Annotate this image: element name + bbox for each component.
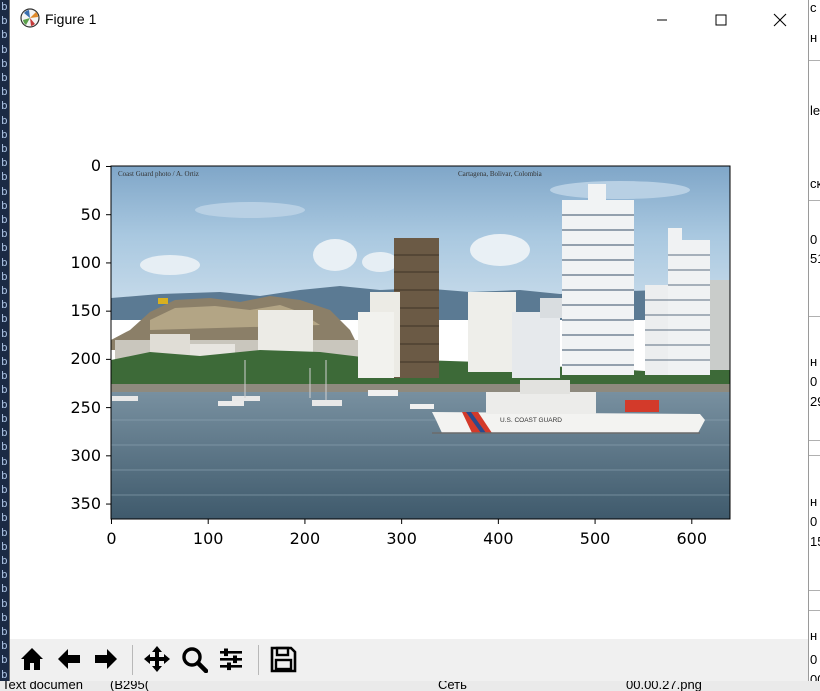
background-divider xyxy=(808,590,820,591)
arrow-left-icon xyxy=(58,649,80,669)
home-button[interactable] xyxy=(15,642,49,676)
zoom-button[interactable] xyxy=(177,642,211,676)
forward-button[interactable] xyxy=(89,642,123,676)
pan-button[interactable] xyxy=(140,642,174,676)
background-text: 51 xyxy=(810,251,820,266)
background-divider xyxy=(808,200,820,201)
minimize-icon xyxy=(657,19,667,20)
floppy-disk-icon xyxy=(270,646,297,673)
toolbar-separator xyxy=(258,645,259,675)
sliders-icon xyxy=(220,648,242,671)
background-text: le xyxy=(810,103,820,118)
background-text: н xyxy=(810,628,818,643)
bottom-text-4: 00.00.27.png xyxy=(626,681,702,691)
title-bar[interactable]: Figure 1 xyxy=(10,0,808,39)
configure-subplots-button[interactable] xyxy=(214,642,248,676)
zoom-icon xyxy=(182,647,208,673)
arrow-right-icon xyxy=(95,649,117,669)
close-icon xyxy=(773,13,787,26)
move-icon xyxy=(144,646,170,672)
background-text: н xyxy=(810,494,818,509)
background-divider xyxy=(808,455,820,456)
bottom-text-2: (B295( xyxy=(110,681,150,691)
background-divider xyxy=(808,60,820,61)
bottom-text-1: Text documen xyxy=(2,681,83,691)
background-window-strip-right: cнleск051н029н015н000.00.4 xyxy=(808,0,820,691)
background-divider xyxy=(808,316,820,317)
background-taskbar-strip: Text documen (B295( Сеть 00.00.27.png xyxy=(0,681,820,691)
background-text: ск xyxy=(810,176,820,191)
background-text: 0 xyxy=(810,652,818,667)
maximize-button[interactable] xyxy=(698,0,744,39)
background-divider xyxy=(808,610,820,611)
figure-window: Figure 1 xyxy=(9,0,809,681)
save-button[interactable] xyxy=(266,642,300,676)
background-text: 0 xyxy=(810,514,818,529)
home-icon xyxy=(21,648,43,670)
matplotlib-logo-icon xyxy=(20,8,40,28)
window-title: Figure 1 xyxy=(45,11,97,27)
background-text: c xyxy=(810,0,817,15)
background-divider xyxy=(808,440,820,441)
bottom-text-3: Сеть xyxy=(438,681,467,691)
background-text: 0 xyxy=(810,374,818,389)
background-text: н xyxy=(810,354,818,369)
back-button[interactable] xyxy=(52,642,86,676)
background-text: 29 xyxy=(810,394,820,409)
background-text: 0 xyxy=(810,232,818,247)
close-button[interactable] xyxy=(757,0,803,39)
background-text: 15 xyxy=(810,534,820,549)
toolbar-separator xyxy=(132,645,133,675)
navigation-toolbar xyxy=(10,639,808,681)
background-text: н xyxy=(810,30,818,45)
minimize-button[interactable] xyxy=(639,0,685,39)
maximize-icon xyxy=(715,14,727,25)
